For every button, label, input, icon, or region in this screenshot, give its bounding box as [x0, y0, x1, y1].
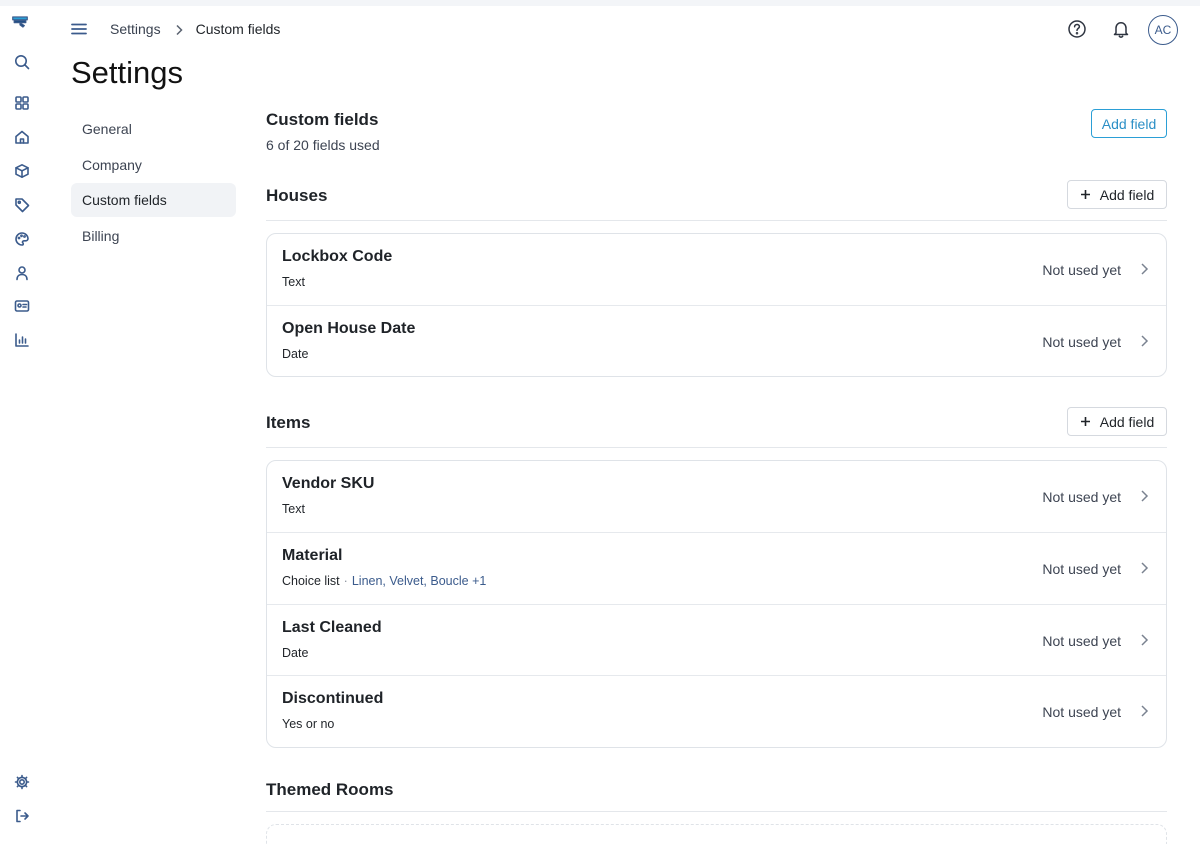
search-icon[interactable] [13, 53, 31, 71]
chevron-right-icon [1139, 633, 1149, 647]
items-add-field-button[interactable]: Add field [1067, 407, 1167, 436]
box-icon[interactable] [13, 162, 31, 180]
field-row-discontinued[interactable]: Discontinued Yes or no Not used yet [267, 676, 1166, 747]
logout-icon[interactable] [13, 807, 31, 825]
breadcrumb-current: Custom fields [195, 21, 281, 37]
home-icon[interactable] [13, 128, 31, 146]
field-usage-status: Not used yet [1042, 632, 1121, 649]
section-divider [266, 447, 1167, 448]
houses-fields-card: Lockbox Code Text Not used yet Open Hous… [266, 233, 1167, 377]
field-choice-options: Linen, Velvet, Boucle +1 [351, 573, 487, 588]
field-usage-status: Not used yet [1042, 560, 1121, 577]
id-card-icon[interactable] [13, 297, 31, 315]
top-strip [0, 0, 1200, 6]
items-fields-card: Vendor SKU Text Not used yet Material Ch… [266, 460, 1167, 748]
field-name: Discontinued [282, 690, 384, 708]
palette-icon[interactable] [13, 230, 31, 248]
tag-icon[interactable] [13, 196, 31, 214]
section-title-themed-rooms: Themed Rooms [266, 780, 394, 799]
breadcrumb: Settings Custom fields [110, 21, 280, 37]
field-type: Yes or no [282, 717, 335, 732]
section-title-houses: Houses [266, 186, 328, 205]
settings-nav-company[interactable]: Company [71, 148, 236, 182]
user-icon[interactable] [13, 264, 31, 282]
field-usage-status: Not used yet [1042, 262, 1121, 278]
dashboard-icon[interactable] [13, 94, 31, 112]
field-name: Lockbox Code [282, 248, 393, 265]
settings-gear-icon[interactable] [13, 773, 31, 791]
section-title-items: Items [266, 413, 311, 432]
field-type: Date [282, 346, 309, 361]
field-type: Text [282, 502, 305, 516]
settings-nav-general[interactable]: General [71, 112, 236, 146]
field-row-material[interactable]: Material Choice list · Linen, Velvet, Bouc… [267, 533, 1166, 605]
field-type-line: Choice list · Linen, Velvet, Boucle +1 [282, 574, 486, 588]
items-add-field-label: Add field [1099, 413, 1155, 430]
bar-chart-icon[interactable] [13, 331, 31, 349]
field-name: Material [282, 546, 343, 564]
section-divider [266, 220, 1167, 221]
add-field-button[interactable]: Add field [1091, 109, 1167, 138]
themed-rooms-fields-card [266, 824, 1167, 844]
settings-nav-custom-fields[interactable]: Custom fields [71, 183, 236, 217]
plus-icon [1080, 190, 1090, 199]
chevron-right-icon [1139, 561, 1149, 575]
field-row-vendor-sku[interactable]: Vendor SKU Text Not used yet [267, 461, 1166, 533]
field-type: Text [282, 275, 305, 289]
field-row-open-house-date[interactable]: Open House Date Date Not used yet [267, 306, 1166, 376]
app-rail [0, 6, 44, 844]
custom-fields-title: Custom fields [266, 110, 379, 129]
separator-dot: · [343, 573, 348, 588]
settings-nav: General Company Custom fields Billing [71, 112, 236, 254]
chevron-right-icon [1139, 334, 1149, 348]
chevron-right-icon [174, 23, 184, 36]
field-usage-status: Not used yet [1042, 333, 1121, 350]
breadcrumb-settings-link[interactable]: Settings [110, 21, 161, 37]
fields-usage-count: 6 of 20 fields used [266, 137, 380, 153]
logo-icon[interactable] [12, 14, 34, 36]
help-icon[interactable] [1067, 19, 1089, 41]
field-row-last-cleaned[interactable]: Last Cleaned Date Not used yet [267, 605, 1166, 677]
field-name: Vendor SKU [282, 475, 375, 492]
chevron-right-icon [1139, 489, 1149, 503]
section-divider [266, 811, 1167, 812]
chevron-right-icon [1139, 704, 1149, 718]
chevron-right-icon [1139, 262, 1149, 276]
field-type: Date [282, 645, 309, 660]
page-title: Settings [71, 55, 184, 90]
plus-icon [1080, 417, 1090, 426]
houses-add-field-label: Add field [1099, 186, 1155, 203]
avatar[interactable]: AC [1148, 15, 1178, 45]
field-type: Choice list [282, 573, 340, 588]
field-name: Open House Date [282, 319, 416, 337]
field-row-lockbox-code[interactable]: Lockbox Code Text Not used yet [267, 234, 1166, 306]
hamburger-menu-icon[interactable] [70, 20, 90, 40]
bell-icon[interactable] [1111, 19, 1133, 41]
field-usage-status: Not used yet [1042, 704, 1121, 721]
field-name: Last Cleaned [282, 618, 382, 636]
houses-add-field-button[interactable]: Add field [1067, 180, 1167, 209]
field-usage-status: Not used yet [1042, 489, 1121, 505]
settings-nav-billing[interactable]: Billing [71, 219, 236, 253]
